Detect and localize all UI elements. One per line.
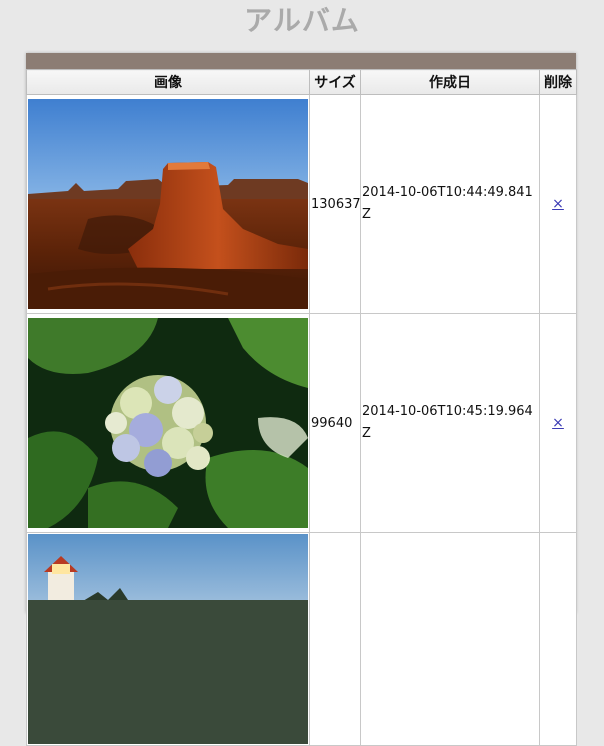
photo-hydrangea[interactable]: [28, 318, 308, 528]
size-cell: 99640: [309, 313, 361, 533]
size-cell: 130637: [309, 94, 361, 314]
table-row: [26, 532, 577, 746]
created-cell: [360, 532, 540, 746]
delete-cell: [539, 532, 577, 746]
photo-desert-butte[interactable]: [28, 99, 308, 309]
photo-lighthouse[interactable]: [28, 534, 308, 744]
thumbnail-cell: [26, 94, 310, 314]
table-row: 130637 2014-10-06T10:44:49.841Z ×: [26, 94, 577, 314]
column-header-size: サイズ: [309, 69, 361, 95]
column-header-delete: 削除: [539, 69, 577, 95]
delete-cell: ×: [539, 313, 577, 533]
page-title: アルバム: [244, 4, 360, 37]
thumbnail-cell: [26, 532, 310, 746]
thumbnail-cell: [26, 313, 310, 533]
delete-link[interactable]: ×: [552, 196, 564, 212]
column-header-image: 画像: [26, 69, 310, 95]
table-row: 99640 2014-10-06T10:45:19.964Z ×: [26, 313, 577, 533]
column-header-created: 作成日: [360, 69, 540, 95]
created-cell: 2014-10-06T10:44:49.841Z: [360, 94, 540, 314]
album-panel: 画像 サイズ 作成日 削除 130637 2014-10-06T10:44:49…: [26, 53, 577, 746]
delete-link[interactable]: ×: [552, 415, 564, 431]
panel-header-bar: [26, 53, 576, 69]
created-cell: 2014-10-06T10:45:19.964Z: [360, 313, 540, 533]
delete-cell: ×: [539, 94, 577, 314]
table-header-row: 画像 サイズ 作成日 削除: [26, 69, 577, 95]
size-cell: [309, 532, 361, 746]
album-table: 画像 サイズ 作成日 削除 130637 2014-10-06T10:44:49…: [26, 69, 577, 746]
